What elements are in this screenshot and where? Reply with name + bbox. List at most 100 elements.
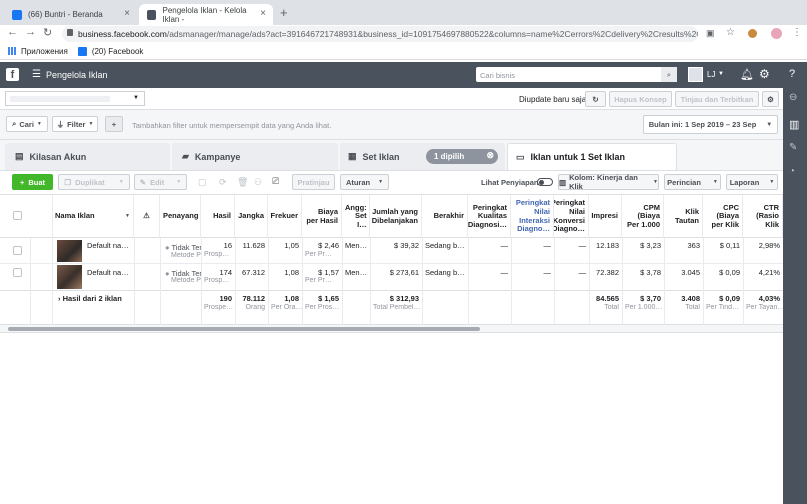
close-icon[interactable]: ×: [124, 8, 130, 19]
chevron-down-icon[interactable]: ▼: [718, 71, 724, 77]
new-tab-icon[interactable]: +: [280, 5, 288, 20]
bookmark-facebook[interactable]: (20) Facebook: [92, 47, 144, 56]
profile-avatar[interactable]: [771, 28, 782, 39]
column-header-name[interactable]: Nama Iklan ▼: [52, 195, 134, 238]
search-label: Cari: [19, 119, 34, 129]
delivery-status: ● Tidak Terb…: [162, 243, 202, 252]
search-icon[interactable]: ⌕: [661, 67, 677, 82]
toggle-knob: [539, 180, 544, 185]
rules-button[interactable]: Aturan ▼: [340, 174, 389, 190]
gear-icon: ⚙: [767, 94, 774, 104]
preview-button[interactable]: Pratinjau: [292, 174, 335, 190]
total-frequency-sub: Per Ora…: [271, 304, 302, 311]
scrollbar-thumb[interactable]: [8, 327, 480, 331]
cpc-value: $ 0,09: [719, 268, 740, 277]
row-checkbox[interactable]: [13, 268, 22, 277]
browser-tab[interactable]: (66) Buntri - Beranda ×: [4, 4, 137, 25]
column-header-amount-spent[interactable]: Jumlah yang Dibelanjakan: [370, 195, 422, 238]
column-header-engagement-ranking[interactable]: Peringkat Nilai Interaksi Diagno…: [511, 195, 554, 238]
column-header-budget[interactable]: Angg: Set I…: [342, 195, 370, 238]
tab-ads[interactable]: ▭ Iklan untuk 1 Set Iklan: [507, 143, 677, 170]
row-checkbox[interactable]: [13, 246, 22, 255]
column-header-cost-per-result[interactable]: Biaya per Hasil: [302, 195, 342, 238]
close-icon[interactable]: ⊗: [486, 150, 494, 161]
column-header-quality-ranking[interactable]: Peringkat Kualitas Diagnosi…: [468, 195, 511, 238]
account-selector[interactable]: ▼: [5, 91, 145, 106]
chevron-down-icon: ▼: [118, 179, 124, 185]
create-button[interactable]: + Buat: [12, 174, 53, 190]
hamburger-icon[interactable]: ☰: [32, 69, 41, 80]
refresh-icon[interactable]: ⟳: [219, 177, 227, 188]
business-avatar[interactable]: [688, 67, 703, 82]
reload-icon[interactable]: ↻: [43, 26, 52, 39]
column-header-ctr[interactable]: CTR (Rasio Klik: [743, 195, 783, 238]
date-range-picker[interactable]: Bulan ini: 1 Sep 2019 – 23 Sep ▼: [643, 115, 778, 134]
menu-icon[interactable]: ⋮: [792, 27, 802, 38]
ad-name-link[interactable]: Default na…: [84, 241, 132, 250]
discard-drafts-button[interactable]: Hapus Konsep: [609, 91, 672, 107]
close-icon[interactable]: ×: [260, 8, 266, 19]
column-header-frequency[interactable]: Frekuer: [268, 195, 302, 238]
pencil-icon[interactable]: ✎: [789, 142, 797, 153]
search-icon: ⌕: [12, 119, 17, 128]
selected-count-pill[interactable]: 1 dipilih ⊗: [426, 149, 498, 164]
select-all-checkbox[interactable]: [13, 211, 22, 220]
column-header-cpc[interactable]: CPC (Biaya per Klik: [703, 195, 743, 238]
star-icon[interactable]: ☆: [726, 27, 735, 38]
settings-button[interactable]: ⚙: [762, 91, 779, 107]
address-bar[interactable]: business.facebook.com/adsmanager/manage/…: [62, 26, 698, 42]
gear-icon[interactable]: ⚙: [759, 67, 770, 81]
results-sub: Prosp…: [204, 251, 230, 258]
column-header-conversion-ranking[interactable]: Peringkat Nilai Konversi Diagno…: [554, 195, 589, 238]
facebook-logo-icon[interactable]: f: [6, 68, 19, 81]
duplicate-button[interactable]: ❐ Duplikat ▼: [58, 174, 130, 190]
column-divider: [743, 238, 744, 325]
business-search-input[interactable]: Cari bisnis ⌕: [476, 67, 677, 82]
column-header-impressions[interactable]: Impresi: [589, 195, 622, 238]
column-header-delivery[interactable]: Penayang: [160, 195, 201, 238]
column-header-link-clicks[interactable]: Klik Tautan: [664, 195, 703, 238]
table-row[interactable]: Default na… ● Tidak Terb… Metode P… 174 …: [0, 264, 783, 291]
horizontal-scrollbar[interactable]: [0, 325, 783, 333]
filter-button[interactable]: ⏚ Filter ▼: [52, 116, 98, 132]
column-header-warning[interactable]: ⚠: [134, 195, 160, 238]
ad-name-link[interactable]: Default na…: [84, 268, 132, 277]
back-icon[interactable]: ←: [7, 26, 18, 38]
forward-icon[interactable]: →: [25, 26, 36, 38]
view-setup-toggle[interactable]: [537, 178, 553, 186]
breakdown-button[interactable]: Perincian ▼: [664, 174, 721, 190]
column-header-reach[interactable]: Jangka: [235, 195, 268, 238]
clock-icon[interactable]: ◔: [789, 166, 795, 177]
add-filter-button[interactable]: +: [105, 116, 123, 132]
audience-icon[interactable]: ⚇: [254, 177, 262, 188]
help-icon[interactable]: ?: [789, 68, 795, 80]
column-header-results[interactable]: Hasil: [201, 195, 235, 238]
refresh-button[interactable]: ↻: [585, 91, 606, 107]
browser-tab-active[interactable]: Pengelola Iklan - Kelola Iklan - ×: [139, 4, 273, 25]
user-initials[interactable]: LJ: [707, 70, 715, 79]
edit-button[interactable]: ✎ Edit ▼: [134, 174, 187, 190]
filter-input[interactable]: Tambahkan filter untuk mempersempit data…: [132, 121, 331, 130]
column-divider: [160, 238, 161, 325]
review-publish-button[interactable]: Tinjau dan Terbitkan: [675, 91, 759, 107]
tab-campaigns[interactable]: ▰ Kampanye: [172, 143, 338, 170]
columns-button[interactable]: ▥ Kolom: Kinerja dan Klik ▼: [558, 173, 659, 191]
reports-button[interactable]: Laporan ▼: [726, 174, 778, 190]
comment-icon[interactable]: ⎚: [272, 176, 279, 187]
summary-label[interactable]: › Hasil dari 2 iklan: [55, 294, 135, 303]
column-header-ends[interactable]: Berakhir: [422, 195, 468, 238]
arrow-left-icon[interactable]: ⊖: [789, 92, 797, 103]
ab-test-icon[interactable]: ▢: [198, 177, 207, 188]
bookmark-apps[interactable]: Приложения: [21, 47, 68, 56]
bell-icon[interactable]: 🔔︎: [740, 68, 754, 81]
tab-adsets[interactable]: ▦ Set Iklan 1 dipilih ⊗: [340, 143, 505, 170]
extension-icon[interactable]: [748, 29, 757, 38]
chevron-down-icon: ▼: [133, 95, 139, 101]
bar-chart-icon[interactable]: ▥: [789, 118, 799, 131]
table-row[interactable]: Default na… ● Tidak Terb… Metode P… 16 P…: [0, 238, 783, 264]
trash-icon[interactable]: 🗑︎: [237, 177, 248, 188]
search-button[interactable]: ⌕ Cari ▼: [6, 116, 48, 132]
translate-icon[interactable]: ▣: [706, 28, 715, 39]
tab-account-overview[interactable]: ▤ Kilasan Akun: [5, 143, 170, 170]
column-header-cpm[interactable]: CPM (Biaya Per 1.000: [622, 195, 664, 238]
